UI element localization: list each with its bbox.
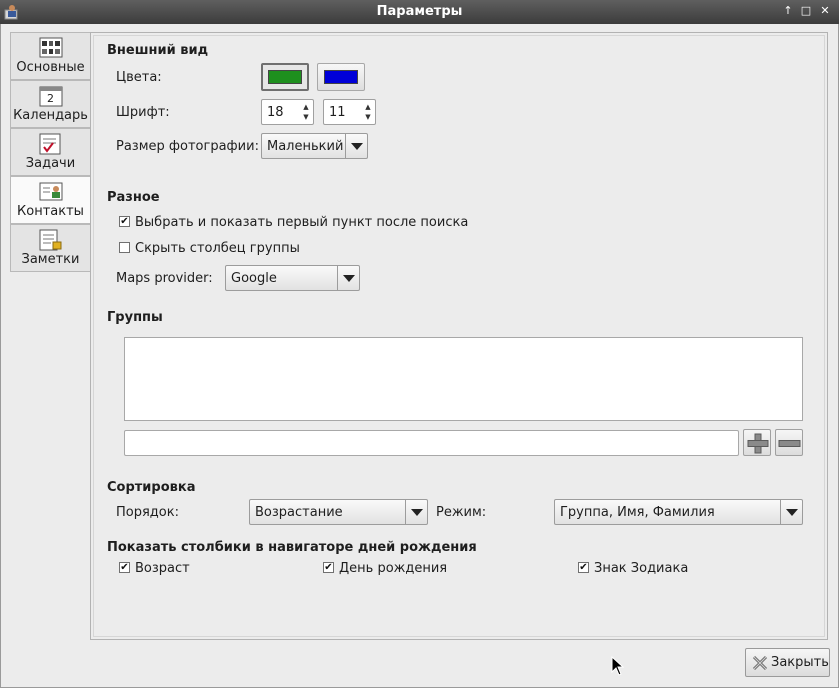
- color2-swatch: [324, 70, 358, 84]
- notes-icon: [39, 229, 62, 251]
- tab-contacts[interactable]: Контакты: [10, 176, 91, 224]
- sort-mode-select[interactable]: Группа, Имя, Фамилия: [554, 499, 803, 525]
- window-title: Параметры: [376, 4, 463, 19]
- zodiac-checkbox[interactable]: ✔: [578, 562, 589, 573]
- spin-up-icon[interactable]: ▲: [364, 103, 372, 111]
- calendar-icon: 2: [39, 86, 63, 107]
- maps-provider-select[interactable]: Google: [225, 265, 360, 291]
- tab-notes-label: Заметки: [21, 252, 80, 267]
- chevron-down-icon[interactable]: [780, 500, 802, 524]
- birthday-columns-heading: Показать столбики в навигаторе дней рожд…: [107, 540, 477, 555]
- photo-size-label: Размер фотографии:: [116, 139, 259, 154]
- sort-mode-value: Группа, Имя, Фамилия: [560, 505, 715, 520]
- hide-group-column-checkbox[interactable]: [119, 242, 130, 253]
- spin-up-icon[interactable]: ▲: [302, 103, 310, 111]
- tab-tasks-label: Задачи: [25, 156, 76, 171]
- tab-general-label: Основные: [16, 60, 85, 75]
- close-button-label: Закрыть: [771, 655, 829, 670]
- close-window-button[interactable]: ✕: [818, 4, 832, 18]
- colors-label: Цвета:: [116, 70, 162, 85]
- svg-text:2: 2: [47, 92, 54, 105]
- appearance-heading: Внешний вид: [107, 43, 209, 58]
- maximize-button[interactable]: □: [799, 4, 813, 18]
- font-size-spinbox-2[interactable]: 11 ▲ ▼: [323, 99, 376, 125]
- hide-group-column-label: Скрыть столбец группы: [135, 241, 300, 256]
- first-item-checkbox[interactable]: ✔: [119, 216, 130, 227]
- maps-provider-label: Maps provider:: [116, 271, 213, 286]
- first-item-label: Выбрать и показать первый пункт после по…: [135, 215, 469, 230]
- birthday-label: День рождения: [339, 561, 448, 576]
- birthday-checkbox[interactable]: ✔: [323, 562, 334, 573]
- sort-mode-label: Режим:: [436, 505, 487, 520]
- misc-heading: Разное: [107, 190, 160, 205]
- tasks-icon: [39, 133, 61, 155]
- close-icon: [752, 655, 768, 671]
- age-label: Возраст: [135, 561, 190, 576]
- plus-icon: [747, 433, 769, 454]
- tab-calendar-label: Календарь: [13, 108, 88, 123]
- sort-order-label: Порядок:: [116, 505, 179, 520]
- remove-group-button[interactable]: [775, 429, 803, 456]
- add-group-button[interactable]: [743, 429, 771, 456]
- general-settings-icon: [39, 37, 63, 58]
- maps-provider-value: Google: [231, 271, 277, 286]
- contacts-icon: [39, 182, 63, 201]
- sort-order-select[interactable]: Возрастание: [249, 499, 428, 525]
- tab-notes[interactable]: Заметки: [10, 224, 91, 272]
- chevron-down-icon[interactable]: [405, 500, 427, 524]
- font-size-1-value: 18: [267, 105, 284, 120]
- shade-button[interactable]: ↑: [781, 4, 795, 18]
- chevron-down-icon[interactable]: [337, 266, 359, 290]
- font-size-spinbox-1[interactable]: 18 ▲ ▼: [261, 99, 314, 125]
- sort-order-value: Возрастание: [255, 505, 343, 520]
- photo-size-select[interactable]: Маленький: [261, 133, 368, 159]
- sorting-heading: Сортировка: [107, 480, 196, 495]
- group-name-input[interactable]: [124, 430, 739, 456]
- color2-button[interactable]: [317, 63, 365, 91]
- close-button[interactable]: Закрыть: [745, 648, 830, 677]
- title-bar[interactable]: Параметры ↑ □ ✕: [0, 0, 839, 24]
- groups-list[interactable]: [124, 337, 803, 421]
- minus-icon: [778, 440, 801, 447]
- mouse-cursor-icon: [611, 656, 625, 676]
- spin-down-icon[interactable]: ▼: [302, 113, 310, 121]
- tab-contacts-label: Контакты: [17, 204, 84, 219]
- font-size-2-value: 11: [329, 105, 346, 120]
- zodiac-label: Знак Зодиака: [594, 561, 689, 576]
- font-label: Шрифт:: [116, 105, 170, 120]
- age-checkbox[interactable]: ✔: [119, 562, 130, 573]
- tab-general[interactable]: Основные: [10, 32, 91, 80]
- spin-down-icon[interactable]: ▼: [364, 113, 372, 121]
- tab-tasks[interactable]: Задачи: [10, 128, 91, 176]
- color1-swatch: [268, 70, 302, 84]
- chevron-down-icon[interactable]: [345, 134, 367, 158]
- groups-heading: Группы: [107, 310, 163, 325]
- color1-button[interactable]: [261, 63, 309, 91]
- photo-size-value: Маленький: [267, 139, 344, 154]
- tab-calendar[interactable]: 2 Календарь: [10, 80, 91, 128]
